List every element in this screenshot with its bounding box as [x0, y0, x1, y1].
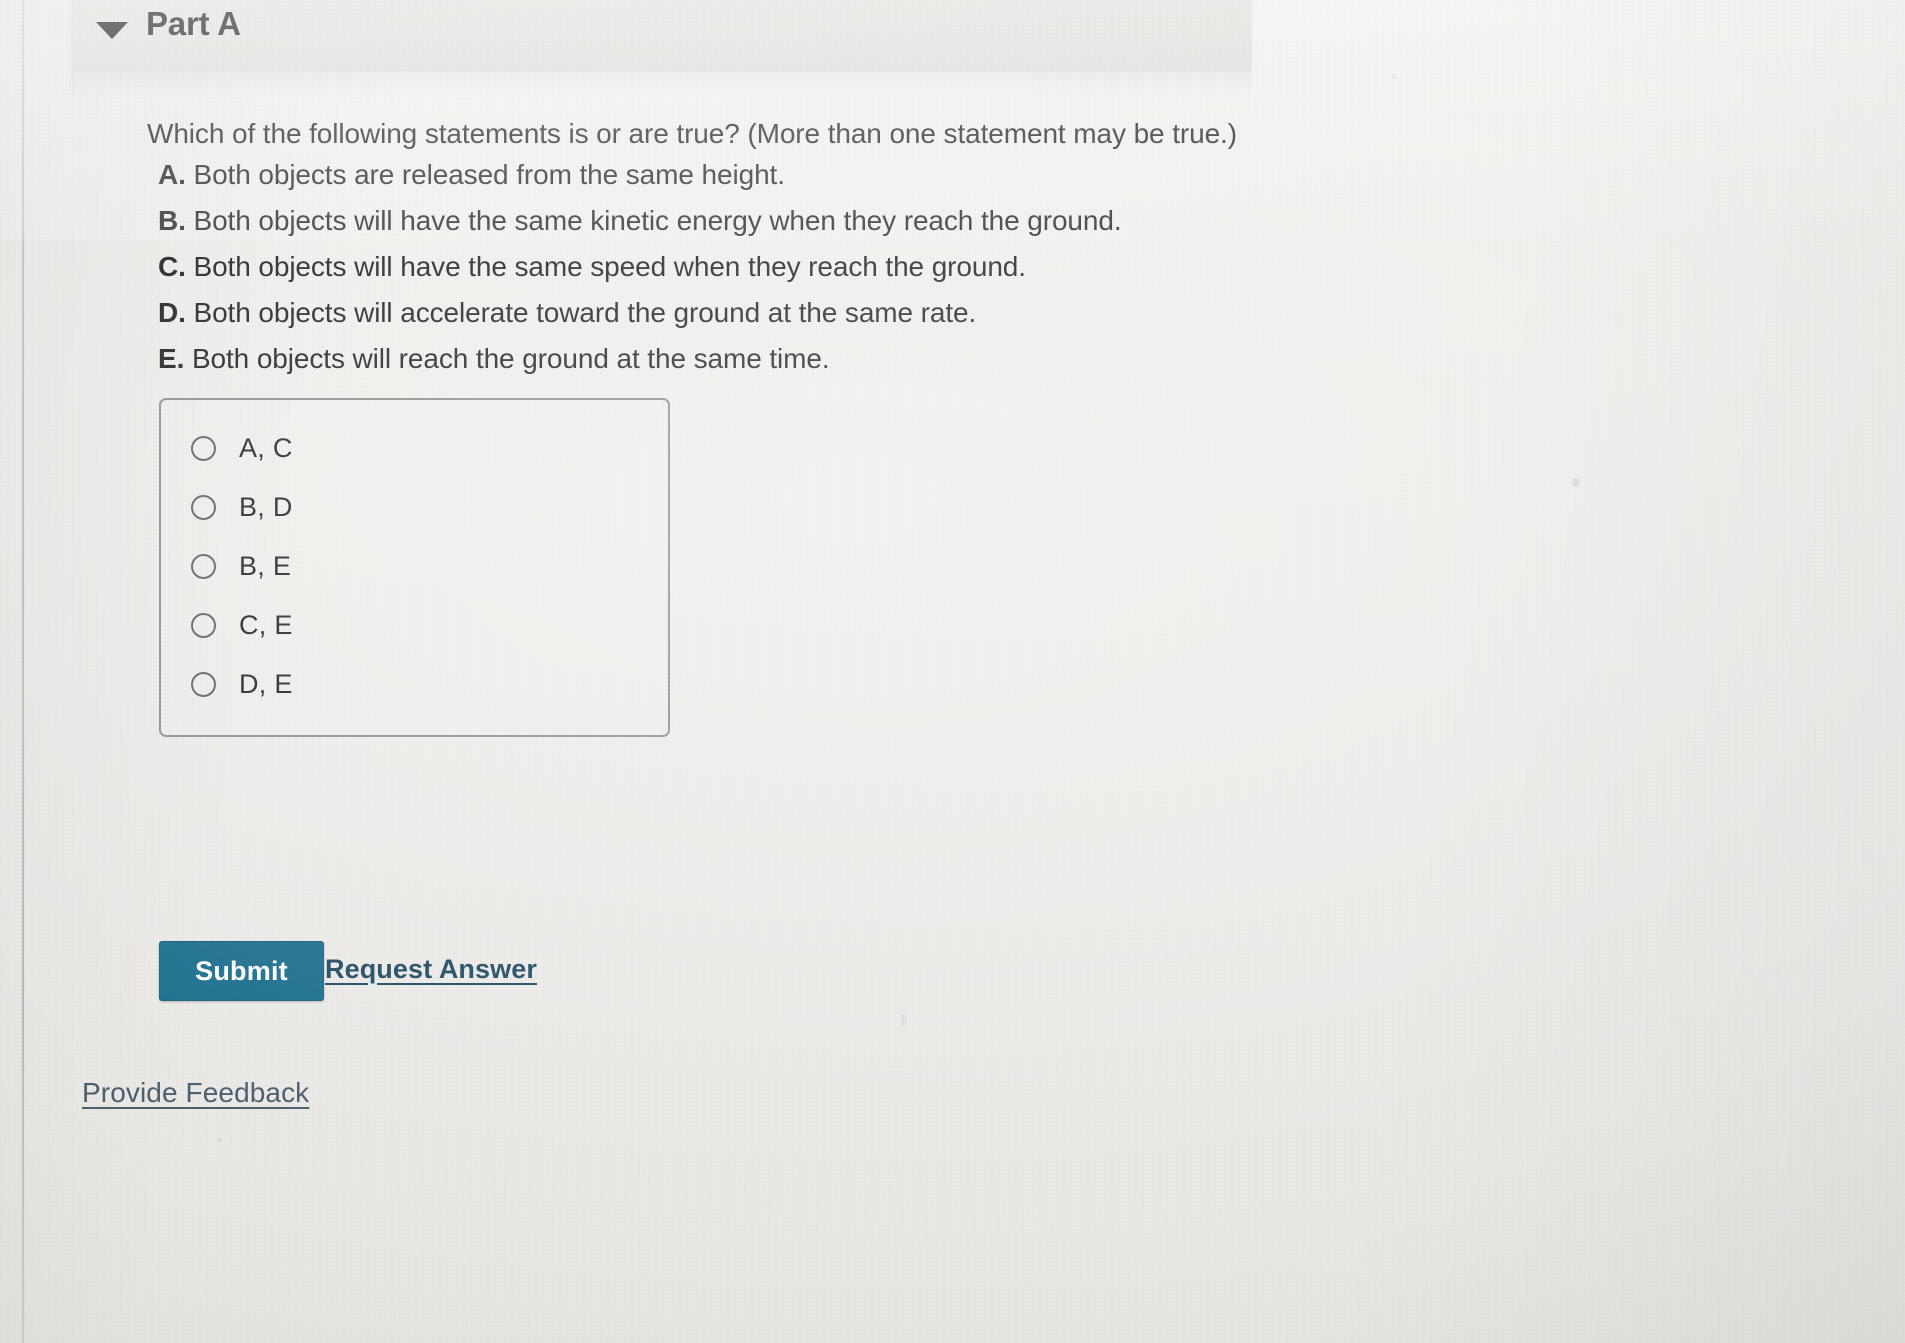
request-answer-link[interactable]: Request Answer — [325, 954, 537, 985]
radio-button-icon[interactable] — [191, 672, 216, 697]
photo-speck — [1392, 75, 1396, 79]
statement-e: E. Both objects will reach the ground at… — [158, 343, 830, 375]
statement-c-letter: C. — [158, 251, 186, 282]
photo-speck — [217, 1137, 222, 1142]
caret-down-icon[interactable] — [96, 22, 128, 39]
answer-option-label: B, D — [239, 492, 293, 522]
statement-e-text: Both objects will reach the ground at th… — [184, 343, 830, 374]
statement-b-text: Both objects will have the same kinetic … — [185, 205, 1122, 236]
photo-speck — [1572, 478, 1579, 487]
provide-feedback-link[interactable]: Provide Feedback — [82, 1077, 309, 1109]
question-prompt: Which of the following statements is or … — [147, 118, 1237, 149]
answer-option-label: A, C — [239, 433, 293, 463]
answer-option-label: B, E — [239, 551, 292, 581]
statement-a-text: Both objects are released from the same … — [185, 159, 785, 190]
submit-button[interactable]: Submit — [159, 941, 324, 1001]
radio-button-icon[interactable] — [191, 495, 216, 520]
answer-option-c-e[interactable]: C, E — [191, 610, 293, 641]
answer-option-b-d[interactable]: B, D — [191, 492, 293, 523]
statement-d-letter: D. — [158, 297, 186, 328]
answer-option-b-e[interactable]: B, E — [191, 551, 291, 582]
radio-button-icon[interactable] — [191, 436, 216, 461]
question-screen: Part A Which of the following statements… — [0, 0, 1905, 1343]
radio-button-icon[interactable] — [191, 613, 216, 638]
statement-a: A. Both objects are released from the sa… — [158, 159, 785, 191]
part-header-shadow — [71, 72, 1252, 98]
answer-option-label: C, E — [239, 610, 293, 640]
page-title: Part A — [146, 5, 241, 42]
radio-button-icon[interactable] — [191, 554, 216, 579]
statement-d: D. Both objects will accelerate toward t… — [158, 297, 976, 329]
answer-option-label: D, E — [239, 669, 293, 699]
statement-b: B. Both objects will have the same kinet… — [158, 205, 1122, 237]
answer-option-d-e[interactable]: D, E — [191, 669, 293, 700]
answer-option-a-c[interactable]: A, C — [191, 433, 293, 464]
statement-e-letter: E. — [158, 343, 185, 374]
statement-c-text: Both objects will have the same speed wh… — [185, 251, 1026, 282]
page-left-rule — [22, 0, 24, 1343]
statement-c: C. Both objects will have the same speed… — [158, 251, 1026, 283]
part-header-bar[interactable] — [71, 0, 1252, 72]
answer-choice-box: A, C B, D B, E C, E D, E — [159, 398, 670, 737]
statement-d-text: Both objects will accelerate toward the … — [185, 297, 977, 328]
statement-b-letter: B. — [158, 205, 186, 236]
statement-a-letter: A. — [158, 159, 186, 190]
photo-speck — [901, 1014, 906, 1026]
